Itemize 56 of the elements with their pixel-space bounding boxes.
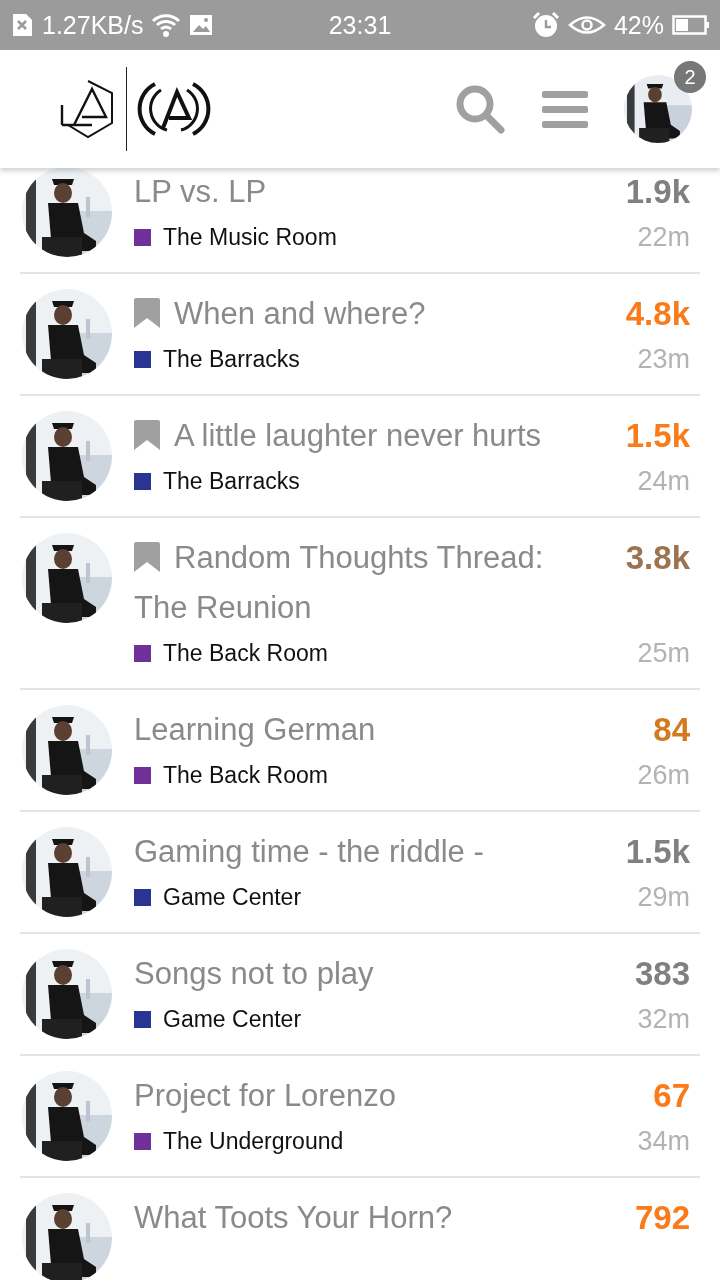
topic-title-text: Learning German bbox=[134, 712, 376, 747]
category-name[interactable]: Game Center bbox=[163, 1005, 302, 1033]
menu-icon[interactable] bbox=[542, 89, 588, 129]
topic-title[interactable]: Gaming time - the riddle - bbox=[134, 827, 554, 877]
category-name[interactable]: The Back Room bbox=[163, 761, 328, 789]
topic-age: 23m bbox=[636, 343, 690, 376]
reply-count: 1.5k bbox=[624, 832, 690, 872]
search-icon[interactable] bbox=[454, 83, 506, 135]
topic-age: 32m bbox=[636, 1003, 690, 1036]
topic-title-text: Gaming time - the riddle - bbox=[134, 834, 484, 869]
topic-title[interactable]: Random Thoughts Thread: The Reunion bbox=[134, 533, 554, 633]
battery-percentage: 42% bbox=[613, 10, 664, 40]
topic-title-text: When and where? bbox=[174, 296, 426, 331]
topic-title-text: What Toots Your Horn? bbox=[134, 1200, 453, 1235]
topic-age: 24m bbox=[636, 465, 690, 498]
category-name[interactable]: The Underground bbox=[163, 1127, 344, 1155]
topic-title[interactable]: Learning German bbox=[134, 705, 554, 755]
topic-title-text: Random Thoughts Thread: The Reunion bbox=[134, 540, 544, 625]
reply-count: 1.5k bbox=[624, 416, 690, 456]
reply-count: 3.8k bbox=[624, 538, 690, 578]
category-name[interactable]: The Barracks bbox=[163, 467, 300, 495]
topic-title-text: A little laughter never hurts bbox=[174, 418, 542, 453]
topic-age: 22m bbox=[636, 221, 690, 254]
sim-card-icon bbox=[10, 12, 34, 38]
reply-count: 67 bbox=[652, 1076, 690, 1116]
topic-title-text: Songs not to play bbox=[134, 956, 374, 991]
category-name[interactable]: Game Center bbox=[163, 883, 302, 911]
topic-title[interactable]: LP vs. LP bbox=[134, 167, 554, 217]
topic-age: 25m bbox=[636, 637, 690, 670]
topic-title[interactable]: Project for Lorenzo bbox=[134, 1071, 554, 1121]
topic-age: 29m bbox=[636, 881, 690, 914]
network-speed: 1.27KB/s bbox=[42, 10, 144, 40]
topic-title-text: LP vs. LP bbox=[134, 174, 267, 209]
reply-count: 1.9k bbox=[624, 172, 690, 212]
reply-count: 4.8k bbox=[624, 294, 690, 334]
topic-title[interactable]: A little laughter never hurts bbox=[134, 411, 554, 461]
category-name[interactable]: The Music Room bbox=[163, 223, 337, 251]
topic-title[interactable]: Songs not to play bbox=[134, 949, 554, 999]
reply-count: 84 bbox=[652, 710, 690, 750]
category-name[interactable]: The Barracks bbox=[163, 345, 300, 373]
topic-age: 26m bbox=[636, 759, 690, 792]
reply-count: 792 bbox=[633, 1198, 690, 1238]
category-name[interactable]: The Back Room bbox=[163, 639, 328, 667]
reply-count: 383 bbox=[633, 954, 690, 994]
topic-title[interactable]: What Toots Your Horn? bbox=[134, 1193, 554, 1243]
image-icon bbox=[189, 13, 214, 37]
notification-badge: 2 bbox=[674, 61, 706, 93]
topic-age: 34m bbox=[636, 1125, 690, 1158]
clock: 23:31 bbox=[328, 10, 392, 40]
alarm-clock-icon bbox=[531, 11, 560, 39]
eye-icon bbox=[567, 14, 606, 36]
topic-title[interactable]: When and where? bbox=[134, 289, 554, 339]
topic-title-text: Project for Lorenzo bbox=[134, 1078, 396, 1113]
hexagon-logo bbox=[60, 79, 116, 139]
wifi-icon bbox=[151, 12, 182, 38]
battery-icon bbox=[672, 14, 710, 36]
